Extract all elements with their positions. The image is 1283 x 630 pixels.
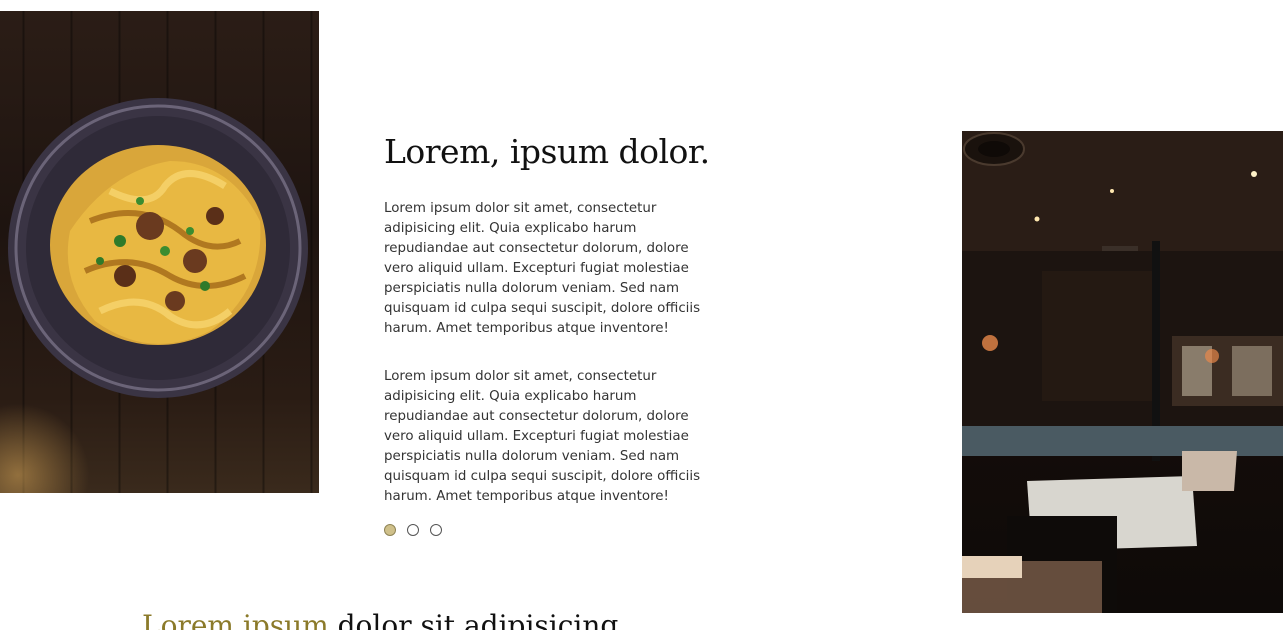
carousel-dot-2[interactable]	[407, 524, 419, 536]
intro-content: Lorem, ipsum dolor. Lorem ipsum dolor si…	[384, 127, 724, 536]
intro-heading: Lorem, ipsum dolor.	[384, 132, 710, 171]
intro-paragraph-1: Lorem ipsum dolor sit amet, consectetur …	[384, 201, 701, 336]
section-heading-rest: dolor sit adipisicing	[328, 609, 619, 630]
carousel-dots	[384, 524, 724, 536]
carousel-dot-3[interactable]	[430, 524, 442, 536]
section-heading-accent: Lorem ipsum	[142, 609, 329, 630]
pasta-dish-image	[0, 11, 319, 493]
carousel-dot-1[interactable]	[384, 524, 396, 536]
restaurant-illustration	[962, 131, 1283, 613]
section-heading: Lorem ipsum dolor sit adipisicing	[142, 606, 618, 630]
pasta-plate-illustration	[8, 98, 308, 398]
restaurant-interior-image	[962, 131, 1283, 613]
intro-paragraph-2: Lorem ipsum dolor sit amet, consectetur …	[384, 369, 701, 504]
